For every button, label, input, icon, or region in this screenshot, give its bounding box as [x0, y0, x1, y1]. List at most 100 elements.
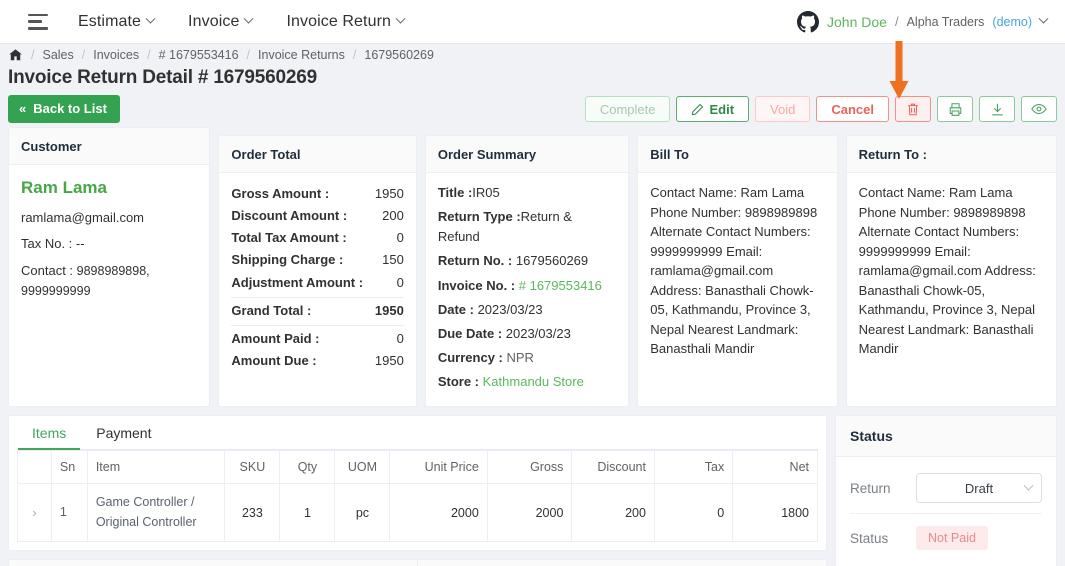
chevron-right-icon[interactable]: › [32, 505, 36, 520]
return-status-row: Return Draft [850, 467, 1042, 513]
summary-due-date-row: Due Date : 2023/03/23 [438, 324, 616, 344]
amount-paid-value: 0 [396, 330, 404, 346]
bill-to-card: Bill To Contact Name: Ram Lama Phone Num… [637, 135, 838, 408]
col-gross: Gross [486, 450, 573, 485]
print-button[interactable] [937, 96, 973, 122]
delete-button[interactable] [895, 96, 931, 122]
home-icon[interactable] [8, 48, 23, 62]
return-status-select[interactable]: Draft [916, 473, 1042, 504]
nav-item-invoice-return-label: Invoice Return [286, 12, 392, 30]
order-total-card-title: Order Total [219, 136, 416, 173]
chevron-down-icon [1023, 480, 1034, 491]
items-table-header-row: Sn Item SKU Qty UOM Unit Price Gross Dis… [17, 450, 818, 485]
user-org: Alpha Traders [906, 14, 985, 29]
customer-card-body: Ram Lama ramlama@gmail.com Tax No. : -- … [9, 165, 209, 406]
payment-status-row: Status Not Paid [850, 513, 1042, 560]
void-button[interactable]: Void [755, 96, 811, 122]
col-sn: Sn [50, 450, 88, 485]
breadcrumb-item-invoice-number[interactable]: # 1679553416 [159, 48, 239, 62]
breadcrumb-item-invoice-returns[interactable]: Invoice Returns [258, 48, 345, 62]
row-tax: 0 [653, 483, 734, 543]
col-net: Net [732, 450, 818, 485]
user-menu[interactable]: John Doe / Alpha Traders (demo) [797, 10, 1049, 33]
amount-paid-label: Amount Paid : [231, 330, 320, 346]
edit-button-label: Edit [709, 101, 735, 117]
github-avatar-icon [797, 10, 820, 32]
col-uom: UOM [334, 450, 391, 485]
customer-card: Customer Ram Lama ramlama@gmail.com Tax … [8, 127, 211, 408]
cancel-button[interactable]: Cancel [816, 96, 889, 122]
nav-item-invoice[interactable]: Invoice [188, 13, 254, 31]
summary-store-link[interactable]: Kathmandu Store [483, 374, 584, 389]
summary-return-no-label: Return No. : [437, 253, 516, 269]
nav-item-invoice-return[interactable]: Invoice Return [286, 12, 406, 31]
summary-invoice-no-label: Invoice No. : [437, 277, 519, 293]
row-sn: 1 [50, 483, 88, 543]
customer-email: ramlama@gmail.com [21, 210, 144, 226]
status-card-title: Status [836, 416, 1056, 458]
customer-contact: Contact : 9898989898, 9999999999 [21, 261, 197, 302]
order-total-row: Shipping Charge : 150 [231, 249, 403, 271]
tab-items[interactable]: Items [17, 416, 82, 451]
bill-to-card-title: Bill To [638, 136, 837, 173]
tab-payment[interactable]: Payment [81, 416, 167, 450]
breadcrumb: / Sales / Invoices / # 1679553416 / Invo… [0, 44, 1065, 66]
breadcrumb-item-invoices[interactable]: Invoices [93, 48, 139, 62]
nav-item-estimate-label: Estimate [78, 12, 142, 30]
breadcrumb-separator: / [147, 48, 151, 62]
total-tax-amount-value: 0 [396, 230, 404, 246]
customer-tax-label: Tax No. : [21, 236, 76, 252]
grand-total-value: 1950 [374, 302, 404, 318]
amount-paid-row: Amount Paid : 0 [231, 328, 403, 350]
amount-due-row: Amount Due : 1950 [231, 350, 403, 372]
summary-return-no-value: 1679560269 [515, 253, 589, 269]
nav-item-estimate[interactable]: Estimate [78, 12, 156, 31]
customer-tax-no: Tax No. : -- [21, 234, 197, 254]
items-tab-card: Items Payment Sn Item SKU Qty UOM Unit P… [8, 415, 827, 552]
summary-title-label: Title : [437, 185, 473, 200]
summary-store-label: Store : [437, 374, 483, 390]
row-gross: 2000 [486, 483, 573, 543]
trash-icon [908, 103, 918, 115]
return-status-value: Draft [964, 480, 994, 496]
back-to-list-label: Back to List [33, 101, 107, 116]
top-navigation-bar: Estimate Invoice Invoice Return John Doe… [0, 0, 1065, 44]
complete-button[interactable]: Complete [584, 96, 671, 122]
discount-amount-label: Discount Amount : [231, 208, 348, 224]
customer-card-title: Customer [9, 128, 210, 165]
items-section: Items Payment Sn Item SKU Qty UOM Unit P… [8, 415, 827, 566]
customer-name[interactable]: Ram Lama [21, 175, 197, 201]
chevron-down-icon [244, 13, 254, 24]
user-demo-tag: (demo) [992, 14, 1032, 29]
row-expand-cell[interactable]: › [17, 483, 52, 543]
summary-date-row: Date : 2023/03/23 [438, 300, 616, 320]
row-unit-price: 2000 [389, 483, 488, 543]
chevron-down-icon [1038, 13, 1049, 24]
row-item-name: Game Controller / Original Controller [86, 483, 226, 543]
summary-currency-row: Currency : NPR [438, 348, 616, 368]
breadcrumb-item-sales[interactable]: Sales [42, 48, 73, 62]
summary-date-label: Date : [437, 301, 478, 317]
summary-date-value: 2023/03/23 [477, 301, 543, 317]
summary-due-date-label: Due Date : [437, 325, 506, 341]
breadcrumb-item-current: 1679560269 [364, 48, 434, 62]
amount-due-label: Amount Due : [231, 352, 317, 368]
summary-invoice-no-link[interactable]: # 1679553416 [519, 278, 602, 293]
discount-amount-value: 200 [382, 208, 404, 224]
download-button[interactable] [979, 96, 1015, 122]
breadcrumb-separator: / [246, 48, 251, 62]
menu-fold-icon[interactable] [28, 13, 48, 30]
status-card: Status Return Draft Status Not Paid [835, 415, 1057, 566]
order-summary-card-title: Order Summary [425, 136, 629, 173]
customer-tax-value: -- [75, 236, 85, 252]
complete-button-label: Complete [599, 101, 656, 117]
edit-button[interactable]: Edit [676, 96, 750, 122]
lower-section: Items Payment Sn Item SKU Qty UOM Unit P… [0, 407, 1065, 566]
order-total-row: Gross Amount : 1950 [231, 183, 403, 205]
order-summary-card: Order Summary Title :IR05 Return Type :R… [424, 135, 630, 408]
divider [231, 324, 404, 326]
preview-button[interactable] [1021, 96, 1057, 122]
chevron-down-icon [145, 13, 156, 24]
back-to-list-button[interactable]: « Back to List [8, 95, 120, 123]
action-buttons-group: Complete Edit Void Cancel [584, 96, 1057, 122]
